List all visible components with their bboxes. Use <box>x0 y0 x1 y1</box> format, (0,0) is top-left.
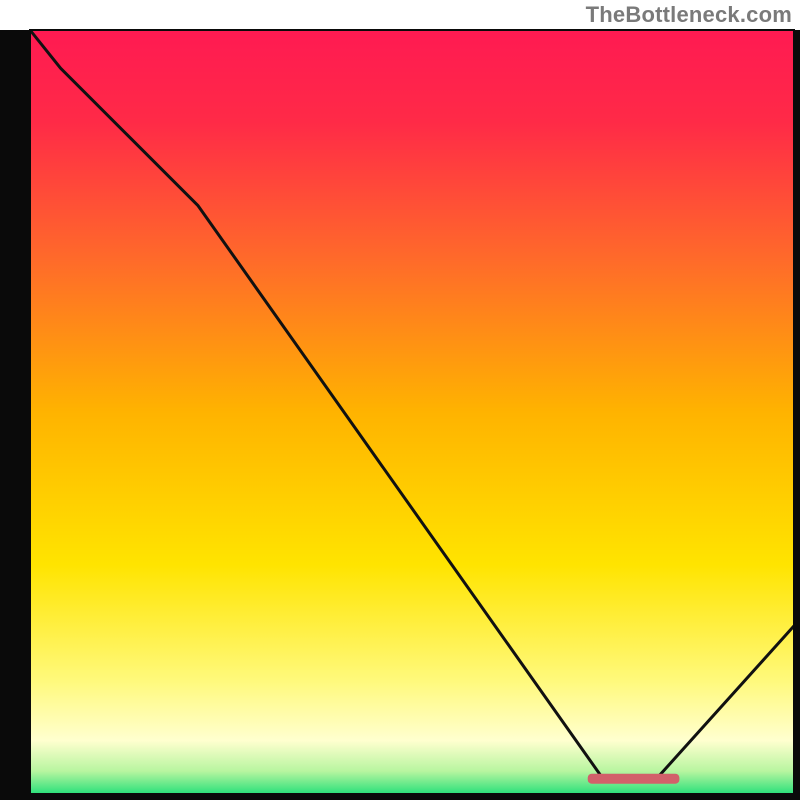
gradient-background <box>30 30 794 794</box>
bottleneck-chart <box>0 0 800 800</box>
optimal-range-marker <box>588 774 680 784</box>
frame-left <box>0 30 30 800</box>
chart-stage: TheBottleneck.com <box>0 0 800 800</box>
